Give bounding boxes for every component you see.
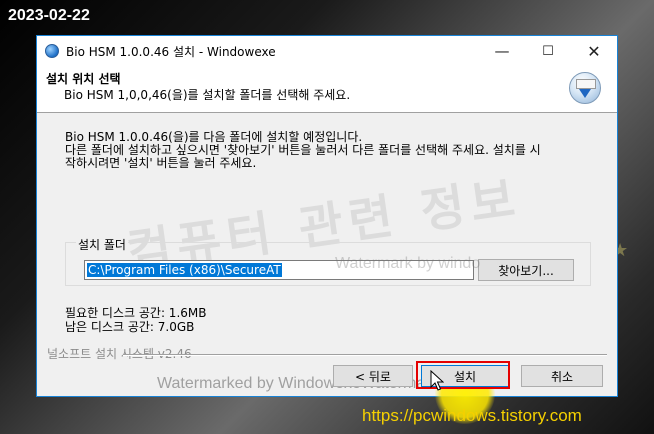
- close-button[interactable]: ✕: [571, 36, 617, 66]
- page-title: 설치 위치 선택: [46, 72, 121, 86]
- header-panel: 설치 위치 선택 Bio HSM 1,0,0,46(을)를 설치할 폴더를 선택…: [37, 66, 617, 113]
- site-url: https://pcwindows.tistory.com: [362, 406, 582, 425]
- instructions: Bio HSM 1.0.0.46(을)를 다음 폴더에 설치할 예정입니다. 다…: [65, 131, 595, 170]
- install-folder-group: 설치 폴더 C:\Program Files (x86)\SecureAT 찾아…: [65, 236, 591, 286]
- installer-window: Bio HSM 1.0.0.46 설치 - Windowexe — ☐ ✕ 설치…: [36, 35, 618, 424]
- maximize-button[interactable]: ☐: [525, 36, 571, 66]
- minimize-button[interactable]: —: [479, 36, 525, 66]
- available-space: 남은 디스크 공간: 7.0GB: [65, 320, 195, 334]
- install-folder-label: 설치 폴더: [76, 236, 128, 253]
- mouse-cursor-icon: [430, 370, 444, 391]
- install-path-value: C:\Program Files (x86)\SecureAT: [87, 263, 282, 277]
- browse-button[interactable]: 찾아보기...: [478, 259, 574, 281]
- installer-logo-icon: [569, 72, 601, 104]
- back-button[interactable]: < 뒤로: [333, 365, 413, 387]
- cancel-button[interactable]: 취소: [521, 365, 603, 387]
- date-stamp: 2023-02-22: [8, 7, 90, 24]
- title-bar[interactable]: Bio HSM 1.0.0.46 설치 - Windowexe — ☐ ✕: [37, 36, 617, 66]
- required-space: 필요한 디스크 공간: 1.6MB: [65, 306, 207, 320]
- watermark-text: Watermark by windo: [335, 255, 481, 272]
- disk-space-info: 필요한 디스크 공간: 1.6MB 남은 디스크 공간: 7.0GB: [65, 306, 206, 334]
- footer-divider: [123, 354, 607, 356]
- instruction-line: 작하시려면 '설치' 버튼을 눌러 주세요.: [65, 156, 257, 170]
- installer-app-icon: [44, 43, 60, 59]
- window-title: Bio HSM 1.0.0.46 설치 - Windowexe: [66, 44, 276, 59]
- page-subtitle: Bio HSM 1,0,0,46(을)를 설치할 폴더를 선택해 주세요.: [64, 88, 351, 102]
